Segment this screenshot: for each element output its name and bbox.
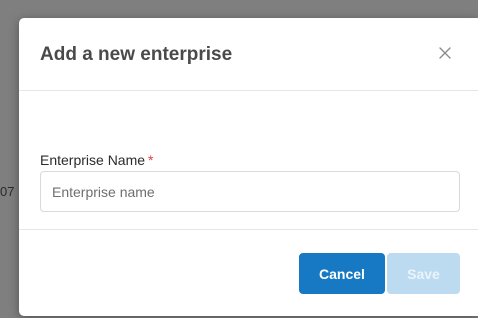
dialog-body: Enterprise Name * xyxy=(19,91,478,230)
close-button[interactable] xyxy=(434,42,456,64)
background-text: 07 xyxy=(0,184,15,199)
close-icon xyxy=(439,47,451,59)
add-enterprise-dialog: Add a new enterprise Enterprise Name* Ca… xyxy=(19,18,478,316)
dialog-footer: Cancel Save xyxy=(19,230,478,316)
enterprise-name-label-text: Enterprise Name xyxy=(40,152,146,168)
enterprise-name-label: Enterprise Name * xyxy=(40,152,154,168)
required-marker: * xyxy=(148,152,154,168)
dialog-title: Add a new enterprise xyxy=(40,44,233,65)
cancel-button[interactable]: Cancel xyxy=(299,253,385,294)
enterprise-name-input[interactable] xyxy=(40,171,460,212)
dialog-header: Add a new enterprise xyxy=(19,18,478,91)
save-button[interactable]: Save xyxy=(387,253,460,294)
